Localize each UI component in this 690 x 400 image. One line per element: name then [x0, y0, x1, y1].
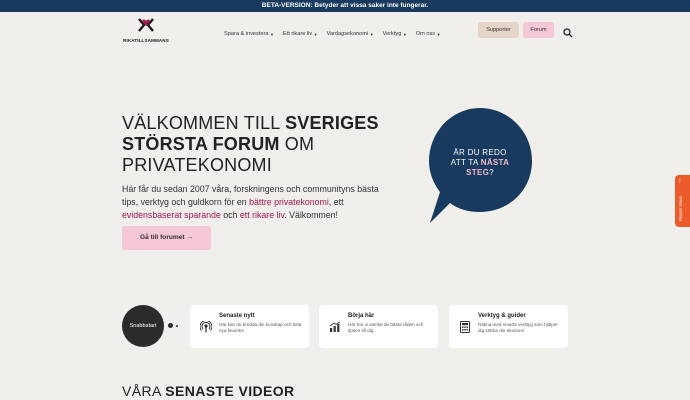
bubble-highlight: STEG [466, 168, 490, 177]
nav-label: Spara & investera [224, 31, 269, 37]
card-title: Börja här [348, 313, 375, 319]
main-nav: Spara & investera ▼ Ett rikare liv ▼ Varda… [224, 31, 441, 37]
bubble-line: ? [489, 168, 494, 177]
warning-icon: ! [679, 179, 681, 185]
go-to-forum-button[interactable]: Gå till forumet → [122, 226, 211, 250]
caret-down-icon: ▼ [436, 31, 441, 37]
hero-title-part: OM [279, 134, 315, 154]
highlight-link[interactable]: bättre privatekonomi [249, 197, 329, 207]
hero-title-part: PRIVATEKONOMI [122, 155, 272, 175]
card-borja-har[interactable]: Börja här Här har vi samlat de bästa råd… [319, 305, 438, 348]
card-senaste-nytt[interactable]: Senaste nytt Här kan du bredda din kunsk… [190, 305, 309, 348]
videos-heading: VÅRA SENASTE VIDEOR [122, 383, 295, 399]
hero-text-part: , ett [328, 197, 344, 207]
hero-title: VÄLKOMMEN TILL SVERIGES STÖRSTA FORUM OM… [122, 113, 382, 176]
hero-title-part: VÄLKOMMEN TILL [122, 113, 286, 133]
logo-text: RIKATILLSAMMANS [123, 38, 169, 43]
hero-text-part: . Välkommen! [284, 210, 338, 220]
forum-button[interactable]: Forum [523, 22, 554, 38]
nav-ett-rikare-liv[interactable]: Ett rikare liv ▼ [283, 31, 318, 37]
nav-verktyg[interactable]: Verktyg ▼ [383, 31, 407, 37]
videos-heading-bold: SENASTE VIDEOR [165, 383, 295, 399]
search-icon[interactable] [563, 25, 573, 38]
videos-heading-part: VÅRA [122, 383, 166, 399]
card-verktyg-guider[interactable]: Verktyg & guider Räkna med smarta verkty… [449, 305, 568, 348]
card-description: Räkna med smarta verktyg som hjälper dig… [478, 322, 558, 333]
bubble-line: ÄR DU REDO [453, 148, 507, 157]
hero-title-bold: SVERIGES [285, 113, 379, 133]
highlight-link[interactable]: evidensbaserat sparande [122, 210, 221, 220]
card-title: Verktyg & guider [478, 313, 526, 319]
dot-decoration [168, 323, 173, 328]
nav-spara-investera[interactable]: Spara & investera ▼ [224, 31, 274, 37]
logo-icon [138, 18, 154, 32]
caret-down-icon: ▼ [402, 31, 407, 37]
caret-down-icon: ▼ [369, 31, 374, 37]
card-description: Här kan du bredda din kunskap och hitta … [219, 322, 302, 333]
hero-description: Här får du sedan 2007 våra, forskningens… [122, 183, 382, 222]
bubble-highlight: NÄSTA [480, 158, 510, 167]
report-issue-label: Report Issue [678, 196, 683, 221]
nav-label: Ett rikare liv [282, 31, 313, 37]
quickstart-label: Snabbstart [122, 305, 164, 347]
report-issue-tab[interactable]: ! Report Issue [675, 175, 690, 227]
nav-label: Vardagsekonomi [326, 31, 369, 37]
nav-vardagsekonomi[interactable]: Vardagsekonomi ▼ [327, 31, 374, 37]
supporter-button[interactable]: Supporter [478, 22, 519, 38]
dot-decoration [176, 324, 178, 327]
nav-om-oss[interactable]: Om oss ▼ [416, 31, 441, 37]
site-header: RIKATILLSAMMANS Spara & investera ▼ Ett r… [0, 12, 690, 52]
logo[interactable]: RIKATILLSAMMANS [121, 17, 171, 47]
caret-down-icon: ▼ [269, 31, 274, 37]
caret-down-icon: ▼ [313, 31, 318, 37]
beta-banner: BETA-VERSION: Betyder att vissa saker in… [0, 0, 690, 12]
podcast-icon [199, 320, 213, 333]
bubble-line: ATT TA [450, 158, 481, 167]
nav-label: Verktyg [382, 31, 402, 37]
card-title: Senaste nytt [219, 313, 255, 319]
highlight-link[interactable]: ett rikare liv [240, 210, 284, 220]
calculator-icon [459, 320, 471, 333]
hero-text-part: och [220, 210, 240, 220]
chart-bar-icon [329, 320, 341, 332]
hero-title-bold: STÖRSTA FORUM [122, 134, 280, 154]
card-description: Här har vi samlat de bästa råden och tip… [348, 322, 424, 333]
nav-label: Om oss [415, 31, 436, 37]
bubble-text: ÄR DU REDO ATT TA NÄSTA STEG? [430, 148, 530, 178]
